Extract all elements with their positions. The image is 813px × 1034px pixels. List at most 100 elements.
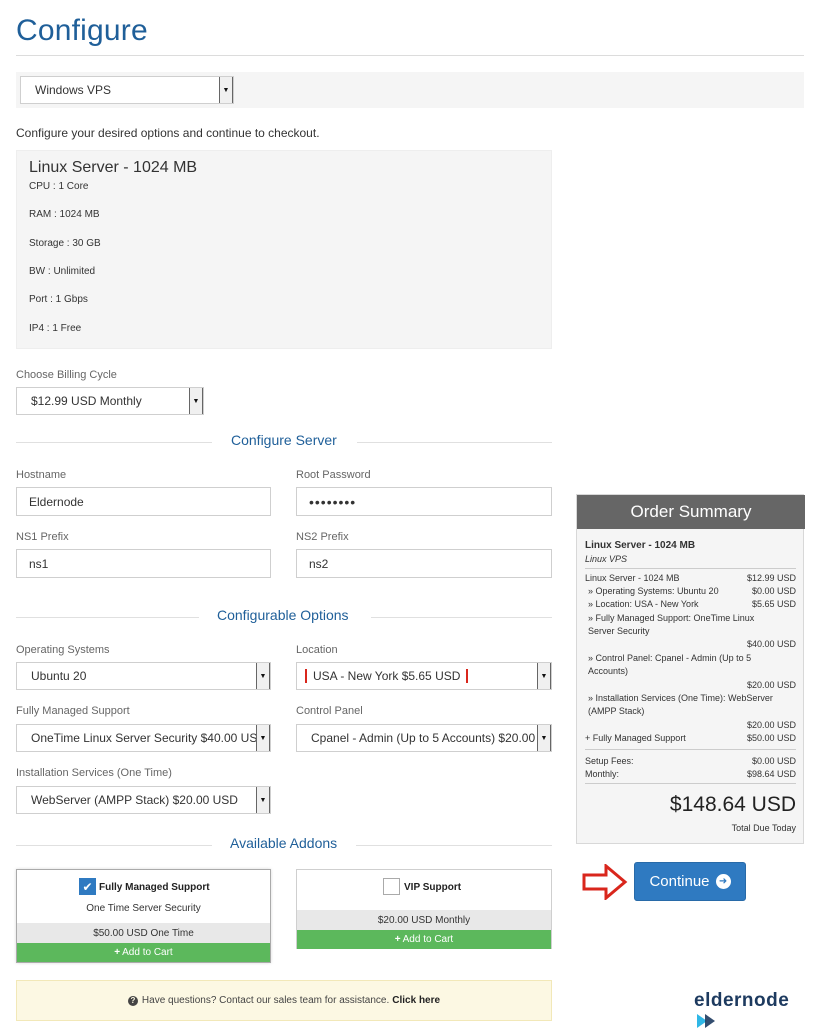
- chevron-down-icon: ▼: [256, 787, 270, 813]
- location-select[interactable]: USA - New York $5.65 USD ▼: [296, 662, 552, 690]
- chevron-down-icon: ▼: [256, 725, 270, 751]
- chevron-down-icon: ▼: [537, 725, 551, 751]
- line-value: $5.65 USD: [751, 599, 796, 609]
- red-arrow-icon: [582, 864, 628, 900]
- plus-icon: +: [394, 934, 401, 945]
- ns1-label: NS1 Prefix: [16, 531, 69, 543]
- add-to-cart-button[interactable]: + Add to Cart: [297, 930, 551, 949]
- summary-divider: [585, 749, 796, 750]
- addon-fully-managed-support[interactable]: ✔ Fully Managed Support One Time Server …: [16, 869, 271, 963]
- line-label: Monthly:: [585, 769, 620, 779]
- spec-port: Port : 1 Gbps: [29, 294, 88, 305]
- line-label: » Location: USA - New York: [588, 599, 699, 609]
- question-circle-icon: ?: [127, 995, 138, 1006]
- help-link[interactable]: Click here: [392, 995, 440, 1006]
- summary-line-base: Linux Server - 1024 MB $12.99 USD: [585, 572, 796, 585]
- chevron-down-icon: ▼: [219, 77, 233, 103]
- summary-line-support-value: $40.00 USD: [746, 639, 796, 649]
- section-rule: [16, 845, 212, 846]
- support-value: OneTime Linux Server Security $40.00 USD: [31, 731, 256, 745]
- checkbox-empty-icon[interactable]: [383, 878, 400, 895]
- summary-divider: [585, 568, 796, 569]
- product-group-select[interactable]: Windows VPS ▼: [20, 76, 234, 104]
- line-label: + Fully Managed Support: [585, 733, 686, 743]
- ns1-input[interactable]: ns1: [16, 549, 271, 578]
- product-name: Linux Server - 1024 MB: [29, 159, 198, 176]
- ns2-input[interactable]: ns2: [296, 549, 552, 578]
- intro-text: Configure your desired options and conti…: [16, 126, 320, 140]
- hostname-label: Hostname: [16, 469, 67, 481]
- summary-line-support-label: » Fully Managed Support: OneTime Linux S…: [588, 613, 755, 636]
- arrow-circle-right-icon: ➜: [715, 874, 731, 889]
- line-value: $0.00 USD: [751, 586, 796, 596]
- configure-server-heading: Configure Server: [231, 432, 337, 448]
- os-select[interactable]: Ubuntu 20 ▼: [16, 662, 271, 690]
- control-panel-select[interactable]: Cpanel - Admin (Up to 5 Accounts) $20.00…: [296, 724, 552, 752]
- root-password-input[interactable]: ••••••••: [296, 487, 552, 516]
- order-summary-panel: Order Summary Linux Server - 1024 MB Lin…: [576, 494, 805, 844]
- product-info-card: Linux Server - 1024 MB CPU : 1 Core RAM …: [16, 150, 552, 349]
- summary-product-name: Linux Server - 1024 MB: [585, 540, 696, 551]
- control-panel-label: Control Panel: [296, 705, 363, 717]
- line-value: $0.00 USD: [751, 756, 796, 766]
- billing-cycle-select[interactable]: $12.99 USD Monthly ▼: [16, 387, 204, 415]
- hostname-input[interactable]: Eldernode: [16, 487, 271, 516]
- section-rule: [16, 617, 199, 618]
- section-rule: [16, 442, 212, 443]
- os-label: Operating Systems: [16, 644, 110, 656]
- title-divider: [16, 55, 804, 56]
- addon-vip-support[interactable]: VIP Support $20.00 USD Monthly + Add to …: [296, 869, 552, 949]
- chevron-down-icon: ▼: [537, 663, 551, 689]
- line-label: Linux Server - 1024 MB: [585, 573, 680, 583]
- section-rule: [356, 845, 552, 846]
- summary-product-group: Linux VPS: [585, 554, 628, 564]
- order-summary-heading: Order Summary: [577, 495, 805, 529]
- addon-name: VIP Support: [404, 882, 462, 893]
- spec-ram: RAM : 1024 MB: [29, 209, 100, 220]
- addon-name: Fully Managed Support: [99, 882, 210, 893]
- location-value: USA - New York $5.65 USD: [305, 669, 469, 683]
- continue-label: Continue: [649, 873, 710, 890]
- root-password-label: Root Password: [296, 469, 371, 481]
- support-select[interactable]: OneTime Linux Server Security $40.00 USD…: [16, 724, 271, 752]
- support-label: Fully Managed Support: [16, 705, 130, 717]
- location-label: Location: [296, 644, 338, 656]
- summary-setup-fees: Setup Fees: $0.00 USD: [585, 755, 796, 768]
- spec-storage: Storage : 30 GB: [29, 238, 101, 249]
- add-to-cart-button[interactable]: + Add to Cart: [17, 943, 270, 962]
- addon-description: One Time Server Security: [86, 903, 201, 914]
- summary-total: $148.64 USD: [669, 793, 796, 816]
- summary-monthly: Monthly: $98.64 USD: [585, 768, 796, 781]
- summary-divider: [585, 783, 796, 784]
- ns2-label: NS2 Prefix: [296, 531, 349, 543]
- page-title: Configure: [16, 14, 148, 47]
- line-label: Setup Fees:: [585, 756, 634, 766]
- configurable-options-heading: Configurable Options: [217, 607, 349, 623]
- summary-line-location: » Location: USA - New York $5.65 USD: [585, 598, 796, 611]
- product-group-bar: Windows VPS ▼: [16, 72, 804, 108]
- configure-server-section-header: Configure Server: [16, 432, 552, 452]
- plus-icon: +: [114, 947, 121, 958]
- checkbox-checked-icon[interactable]: ✔: [79, 878, 96, 895]
- add-to-cart-label: Add to Cart: [122, 947, 173, 958]
- control-panel-value: Cpanel - Admin (Up to 5 Accounts) $20.00…: [311, 731, 537, 745]
- eldernode-logo: eldernode: [694, 990, 813, 1034]
- addons-heading: Available Addons: [230, 835, 338, 851]
- addon-price: $20.00 USD Monthly: [297, 910, 551, 930]
- line-value: $50.00 USD: [746, 733, 796, 743]
- billing-cycle-label: Choose Billing Cycle: [16, 369, 117, 381]
- section-rule: [371, 617, 552, 618]
- spec-cpu: CPU : 1 Core: [29, 181, 89, 192]
- product-group-value: Windows VPS: [35, 83, 112, 97]
- add-to-cart-label: Add to Cart: [402, 934, 454, 945]
- continue-button[interactable]: Continue ➜: [634, 862, 746, 901]
- installation-label: Installation Services (One Time): [16, 767, 172, 779]
- spec-bandwidth: BW : Unlimited: [29, 266, 96, 277]
- addon-price: $50.00 USD One Time: [17, 923, 270, 943]
- logo-play-icon: [697, 1014, 715, 1028]
- chevron-down-icon: ▼: [189, 388, 203, 414]
- installation-select[interactable]: WebServer (AMPP Stack) $20.00 USD ▼: [16, 786, 271, 814]
- line-value: $12.99 USD: [746, 573, 796, 583]
- installation-value: WebServer (AMPP Stack) $20.00 USD: [31, 793, 238, 807]
- addons-section-header: Available Addons: [16, 835, 552, 855]
